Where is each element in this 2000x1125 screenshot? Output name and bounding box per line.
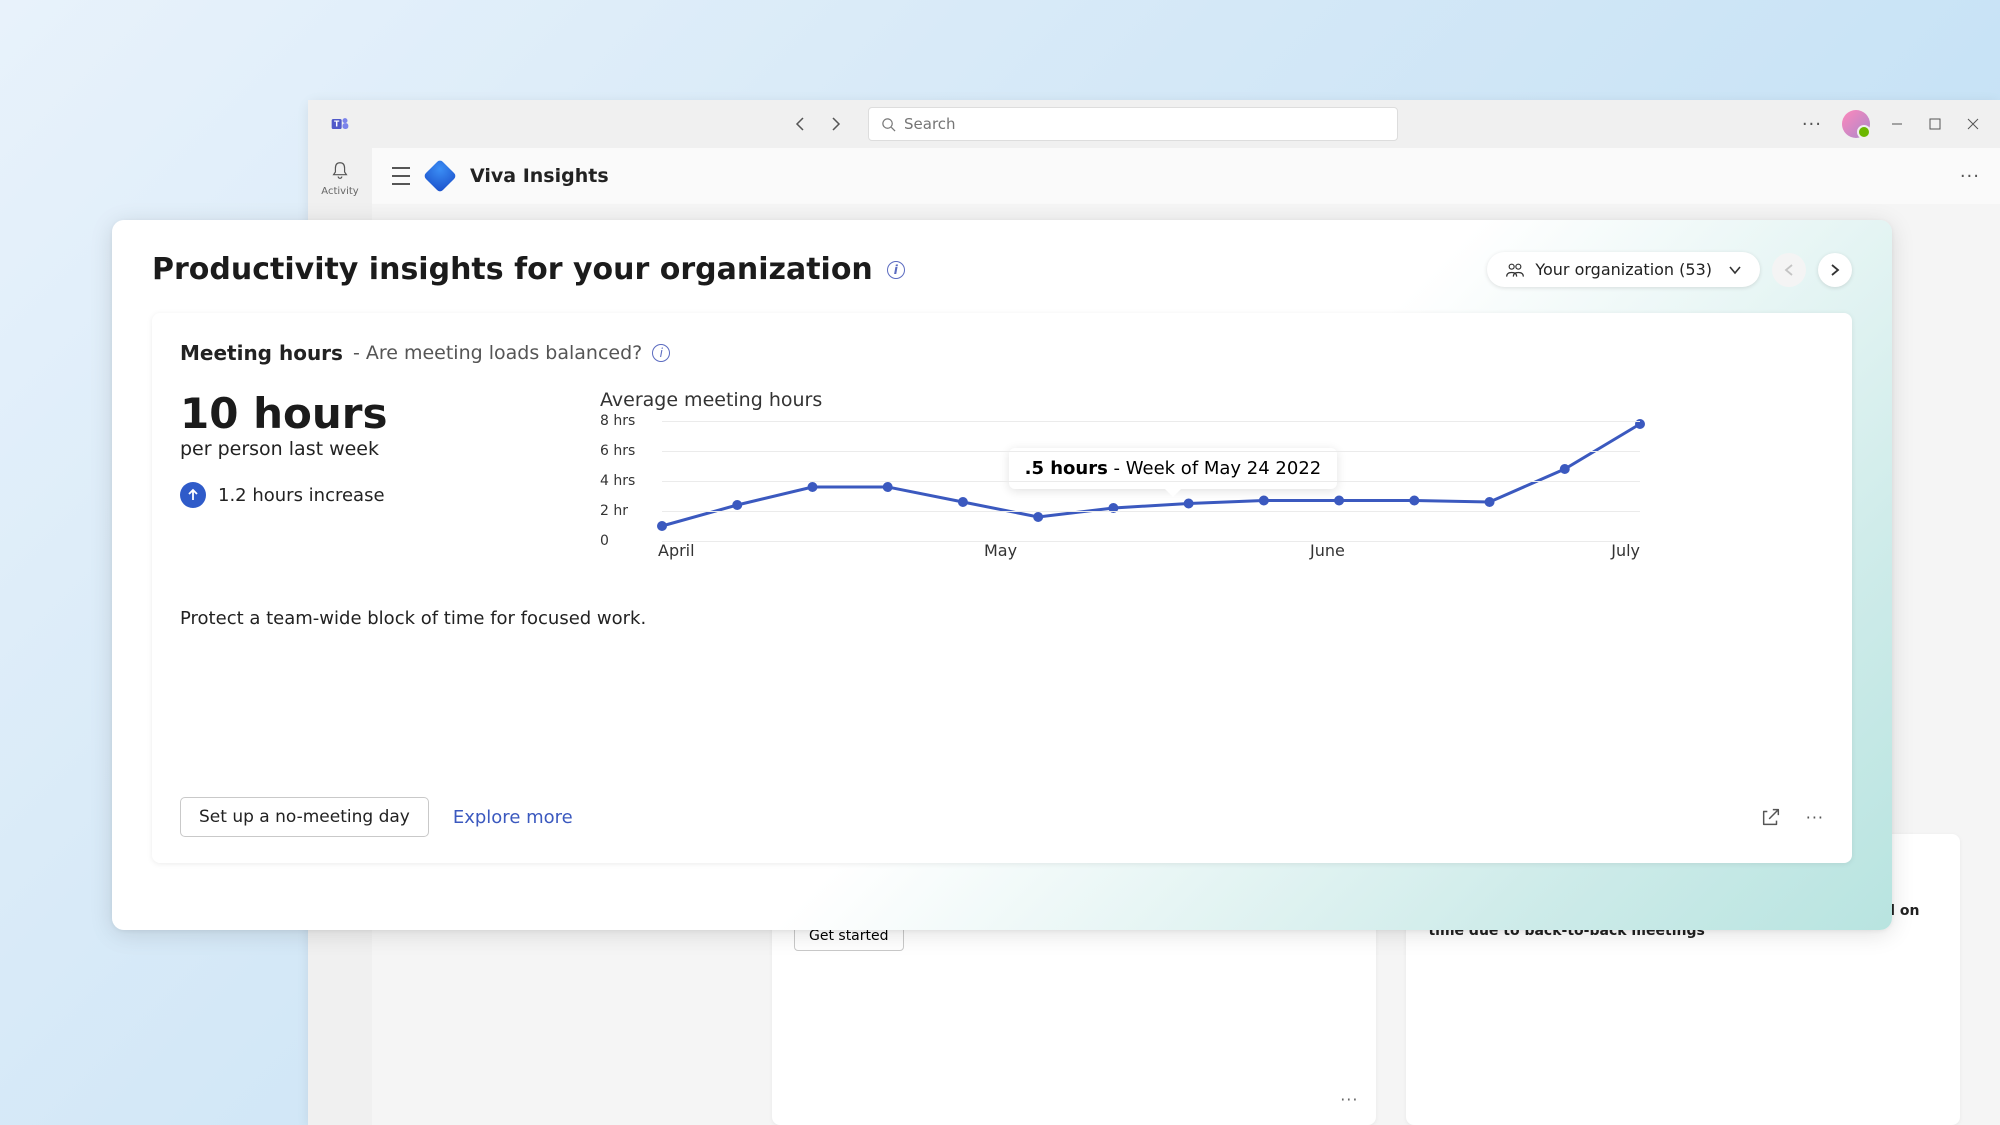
info-icon[interactable]: i [652, 344, 670, 362]
metric-subtext: per person last week [180, 438, 540, 460]
recommendation-text: Protect a team-wide block of time for fo… [180, 608, 1824, 629]
rail-item-activity[interactable]: Activity [321, 160, 358, 197]
search-icon [881, 117, 896, 132]
user-avatar[interactable] [1842, 110, 1870, 138]
nav-back-button[interactable] [792, 116, 808, 132]
scope-selector[interactable]: Your organization (53) [1487, 252, 1760, 287]
teams-logo-icon: T [328, 112, 352, 136]
pager-prev-button[interactable] [1772, 253, 1806, 287]
card-actions: Set up a no-meeting day Explore more ··· [180, 797, 1824, 837]
chart-title: Average meeting hours [600, 389, 1824, 411]
x-tick-label: July [1611, 541, 1640, 560]
no-meeting-day-button[interactable]: Set up a no-meeting day [180, 797, 429, 837]
card-title: Meeting hours [180, 341, 343, 365]
gridline [662, 541, 1640, 542]
title-bar: T ··· [308, 100, 2000, 148]
tooltip-date: - Week of May 24 2022 [1108, 458, 1321, 479]
y-tick-label: 2 hr [600, 503, 628, 519]
y-tick-label: 0 [600, 533, 609, 549]
pager-next-button[interactable] [1818, 253, 1852, 287]
page-title-text: Productivity insights for your organizat… [152, 252, 873, 287]
delta-text: 1.2 hours increase [218, 485, 385, 506]
svg-text:T: T [334, 120, 340, 129]
chevron-down-icon [1728, 265, 1742, 275]
viva-logo-icon [423, 159, 457, 193]
gridline [662, 481, 1640, 482]
arrow-up-icon [180, 482, 206, 508]
search-box[interactable] [868, 107, 1398, 141]
chart-tooltip: .5 hours - Week of May 24 2022 [1009, 448, 1338, 489]
window-controls [1890, 117, 1980, 131]
gridline [662, 421, 1640, 422]
hamburger-menu-button[interactable] [392, 167, 410, 185]
page-header: Productivity insights for your organizat… [152, 252, 1852, 287]
card-subtitle: - Are meeting loads balanced? [353, 342, 642, 364]
card-more-button[interactable]: ··· [1340, 1090, 1358, 1109]
card-more-button[interactable]: ··· [1806, 808, 1824, 827]
window-minimize-button[interactable] [1890, 117, 1904, 131]
gridline [662, 451, 1640, 452]
tooltip-value: .5 hours [1025, 458, 1108, 479]
x-tick-label: June [1310, 541, 1345, 560]
y-tick-label: 6 hrs [600, 443, 635, 459]
people-icon [1505, 261, 1525, 279]
search-input[interactable] [904, 115, 1385, 133]
card-header: Meeting hours - Are meeting loads balanc… [180, 341, 1824, 365]
metric-value: 10 hours [180, 389, 540, 438]
chart-column: Average meeting hours .5 hours - Week of… [600, 389, 1824, 556]
scope-label: Your organization (53) [1535, 260, 1712, 279]
app-title: Viva Insights [470, 165, 609, 187]
x-tick-label: April [658, 541, 695, 560]
rail-item-label: Activity [321, 186, 358, 197]
y-tick-label: 8 hrs [600, 413, 635, 429]
page-title: Productivity insights for your organizat… [152, 252, 905, 287]
explore-more-link[interactable]: Explore more [453, 807, 573, 828]
app-more-button[interactable]: ··· [1960, 166, 1980, 187]
insights-panel: Productivity insights for your organizat… [112, 220, 1892, 930]
info-icon[interactable]: i [887, 261, 905, 279]
window-maximize-button[interactable] [1928, 117, 1942, 131]
delta-row: 1.2 hours increase [180, 482, 540, 508]
gridline [662, 511, 1640, 512]
app-header: Viva Insights ··· [372, 148, 2000, 204]
nav-arrows [792, 116, 844, 132]
line-chart[interactable]: .5 hours - Week of May 24 2022 0 2 hr 4 hr… [600, 421, 1640, 556]
window-close-button[interactable] [1966, 117, 1980, 131]
nav-forward-button[interactable] [828, 116, 844, 132]
bell-icon [329, 160, 351, 182]
more-options-button[interactable]: ··· [1802, 114, 1822, 135]
x-tick-label: May [984, 541, 1017, 560]
metric-summary: 10 hours per person last week 1.2 hours … [180, 389, 540, 556]
share-icon[interactable] [1760, 806, 1782, 828]
y-tick-label: 4 hrs [600, 473, 635, 489]
meeting-hours-card: Meeting hours - Are meeting loads balanc… [152, 313, 1852, 863]
